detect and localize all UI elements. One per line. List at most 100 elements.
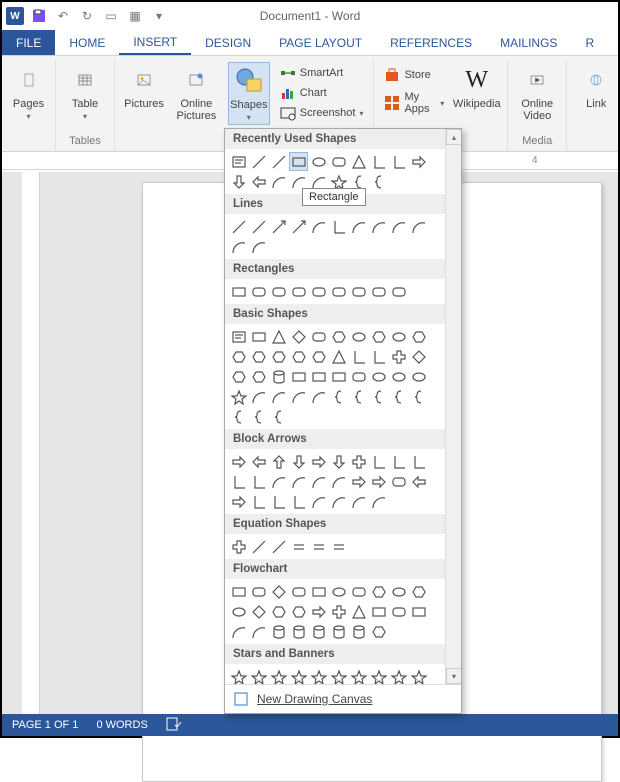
shape-item[interactable] — [369, 217, 388, 236]
shape-item[interactable] — [289, 217, 308, 236]
shape-item[interactable] — [329, 217, 348, 236]
shape-item[interactable] — [409, 347, 428, 366]
table-button[interactable]: Table ▾ — [64, 62, 106, 123]
shape-item[interactable] — [269, 152, 288, 171]
online-video-button[interactable]: Online Video — [516, 62, 558, 124]
shape-item[interactable] — [269, 387, 288, 406]
shape-item[interactable] — [349, 667, 368, 684]
shape-item[interactable] — [249, 172, 268, 191]
link-button[interactable]: Link — [575, 62, 617, 112]
tab-file[interactable]: FILE — [2, 30, 55, 55]
shape-item[interactable] — [229, 602, 248, 621]
shape-item[interactable] — [389, 667, 408, 684]
shape-item[interactable] — [229, 387, 248, 406]
shape-item[interactable] — [329, 387, 348, 406]
shape-item[interactable] — [229, 407, 248, 426]
new-drawing-canvas-button[interactable]: New Drawing Canvas — [225, 684, 461, 713]
shape-item[interactable] — [249, 347, 268, 366]
word-count[interactable]: 0 WORDS — [96, 719, 147, 731]
shape-item[interactable] — [249, 367, 268, 386]
shape-item[interactable] — [269, 537, 288, 556]
shape-item[interactable] — [369, 452, 388, 471]
shape-item[interactable] — [389, 387, 408, 406]
shape-item[interactable] — [229, 367, 248, 386]
shape-item[interactable] — [309, 282, 328, 301]
shape-item[interactable] — [409, 367, 428, 386]
shape-item[interactable] — [349, 367, 368, 386]
shape-item[interactable] — [349, 452, 368, 471]
save-icon[interactable] — [28, 5, 50, 27]
shape-item[interactable] — [389, 152, 408, 171]
pages-button[interactable]: Pages ▾ — [8, 62, 50, 123]
shape-item[interactable] — [269, 622, 288, 641]
shape-item[interactable] — [309, 537, 328, 556]
pictures-button[interactable]: Pictures — [123, 62, 165, 112]
shape-item[interactable] — [249, 472, 268, 491]
shape-item[interactable] — [269, 217, 288, 236]
shape-item[interactable] — [229, 217, 248, 236]
shape-item[interactable] — [369, 327, 388, 346]
shape-item[interactable] — [329, 622, 348, 641]
shape-item[interactable] — [269, 492, 288, 511]
shape-item[interactable] — [369, 367, 388, 386]
shape-item[interactable] — [249, 407, 268, 426]
spellcheck-icon[interactable] — [166, 717, 182, 734]
shape-item[interactable] — [309, 217, 328, 236]
scrollbar[interactable]: ▴ ▾ — [445, 129, 461, 684]
shape-item[interactable] — [249, 602, 268, 621]
shape-item[interactable] — [389, 582, 408, 601]
shape-item[interactable] — [409, 602, 428, 621]
shape-item[interactable] — [249, 582, 268, 601]
shape-item[interactable] — [249, 667, 268, 684]
shape-item[interactable] — [309, 492, 328, 511]
shape-item[interactable] — [349, 492, 368, 511]
screenshot-button[interactable]: Screenshot▾ — [278, 104, 366, 122]
shape-item[interactable] — [369, 282, 388, 301]
shape-item[interactable] — [289, 537, 308, 556]
shape-item[interactable] — [309, 327, 328, 346]
shape-item[interactable] — [329, 472, 348, 491]
shape-item[interactable] — [349, 282, 368, 301]
online-pictures-button[interactable]: Online Pictures — [173, 62, 220, 124]
shape-item[interactable] — [309, 152, 328, 171]
shape-item[interactable] — [249, 237, 268, 256]
shape-item[interactable] — [369, 172, 388, 191]
tab-references[interactable]: REFERENCES — [376, 30, 486, 55]
shape-item[interactable] — [369, 492, 388, 511]
shape-item[interactable] — [369, 152, 388, 171]
shape-item[interactable] — [229, 582, 248, 601]
shape-item[interactable] — [269, 472, 288, 491]
shape-item[interactable] — [409, 667, 428, 684]
shape-item[interactable] — [229, 472, 248, 491]
shape-item[interactable] — [329, 347, 348, 366]
shape-item[interactable] — [229, 172, 248, 191]
shape-item[interactable] — [329, 152, 348, 171]
shape-item[interactable] — [409, 387, 428, 406]
shape-item[interactable] — [349, 347, 368, 366]
shape-item[interactable] — [229, 152, 248, 171]
shape-item[interactable] — [369, 667, 388, 684]
shape-item[interactable] — [369, 347, 388, 366]
store-button[interactable]: Store — [382, 66, 446, 84]
shapes-button[interactable]: Shapes ▾ — [228, 62, 270, 125]
chart-button[interactable]: Chart — [278, 84, 366, 102]
shape-item[interactable] — [249, 452, 268, 471]
shape-item[interactable] — [329, 282, 348, 301]
shape-item[interactable] — [409, 452, 428, 471]
shape-item[interactable] — [289, 452, 308, 471]
shape-item[interactable] — [249, 387, 268, 406]
shape-item[interactable] — [369, 582, 388, 601]
shape-item[interactable] — [229, 327, 248, 346]
shape-item[interactable] — [309, 367, 328, 386]
scroll-up-icon[interactable]: ▴ — [446, 129, 461, 145]
qat-icon[interactable]: ▭ — [100, 5, 122, 27]
shape-item[interactable] — [409, 582, 428, 601]
shape-item[interactable] — [229, 492, 248, 511]
shape-item[interactable] — [229, 667, 248, 684]
shape-item[interactable] — [249, 282, 268, 301]
wikipedia-button[interactable]: W Wikipedia — [454, 62, 499, 112]
shape-item[interactable] — [289, 282, 308, 301]
shape-item[interactable] — [409, 327, 428, 346]
shape-item[interactable] — [229, 237, 248, 256]
shape-item[interactable] — [369, 387, 388, 406]
